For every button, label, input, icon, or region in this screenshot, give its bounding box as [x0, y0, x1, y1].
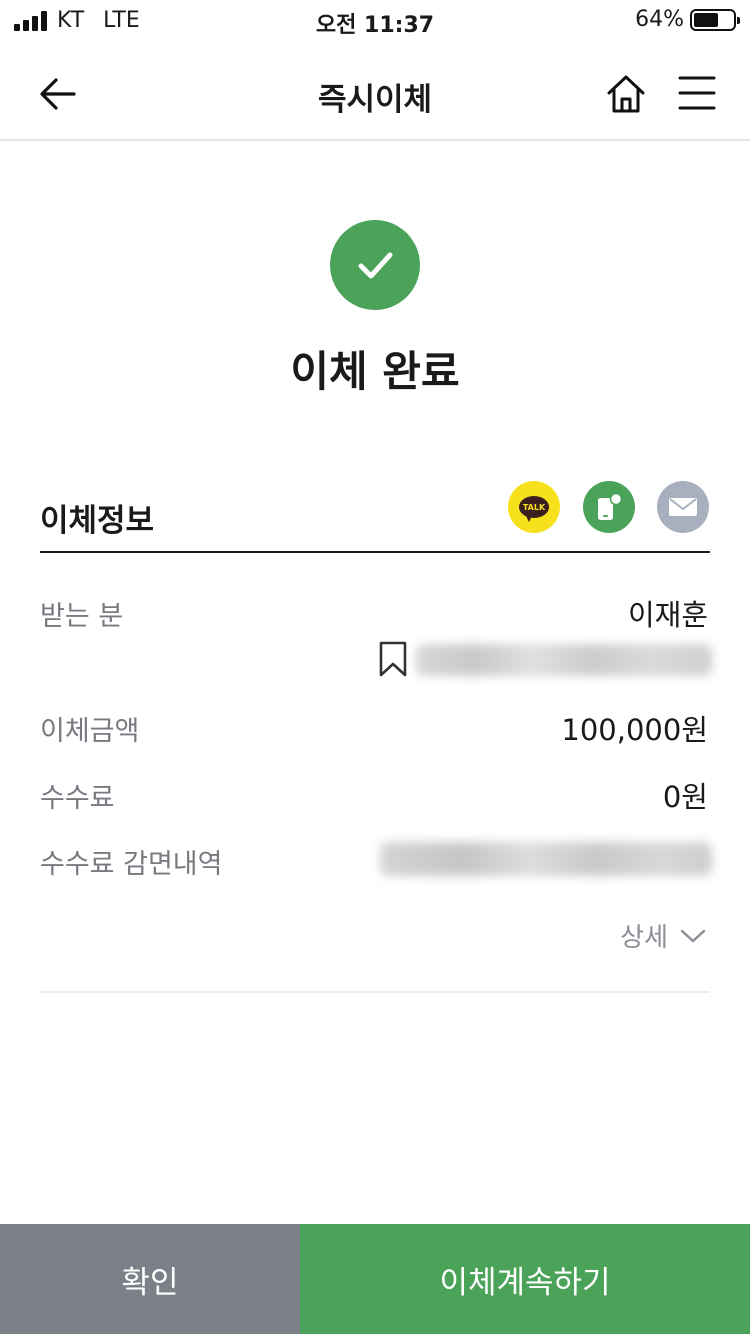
chevron-down-icon: [680, 929, 706, 942]
result-title: 이체 완료: [290, 347, 460, 396]
nav-bar: 즉시이체: [0, 44, 750, 141]
check-icon: [330, 220, 420, 310]
amount-label: 이체금액: [40, 716, 140, 747]
kakao-talk-label: TALK: [519, 496, 549, 522]
status-right: 64%: [635, 7, 740, 32]
fee-label: 수수료: [40, 783, 115, 814]
bookmark-icon[interactable]: [378, 641, 408, 677]
recipient-label: 받는 분: [40, 601, 124, 632]
fee-value: 0원: [662, 780, 708, 814]
status-bar: KT LTE 오전 11:37 64%: [0, 0, 750, 44]
continue-transfer-button[interactable]: 이체계속하기: [300, 1224, 750, 1334]
fee-waiver-label: 수수료 감면내역: [40, 849, 223, 880]
fee-waiver-redacted: [380, 842, 712, 876]
content-divider: [40, 991, 710, 993]
section-divider: [40, 551, 710, 553]
battery-fill: [694, 12, 719, 27]
hamburger-menu-icon[interactable]: [678, 74, 716, 112]
confirm-button-label: 확인: [121, 1264, 179, 1301]
sms-icon[interactable]: [583, 481, 635, 533]
recipient-value: 이재훈: [627, 598, 708, 632]
home-icon[interactable]: [604, 72, 648, 116]
battery-icon: [690, 8, 740, 31]
account-number-redacted: [416, 644, 712, 676]
confirm-button[interactable]: 확인: [0, 1224, 300, 1334]
continue-transfer-label: 이체계속하기: [439, 1264, 611, 1301]
detail-toggle[interactable]: 상세: [620, 917, 706, 954]
mail-icon[interactable]: [657, 481, 709, 533]
detail-label: 상세: [620, 923, 668, 953]
kakaotalk-icon[interactable]: TALK: [508, 481, 560, 533]
battery-percent: 64%: [635, 7, 684, 32]
section-title: 이체정보: [40, 503, 155, 539]
amount-value: 100,000원: [561, 713, 708, 747]
